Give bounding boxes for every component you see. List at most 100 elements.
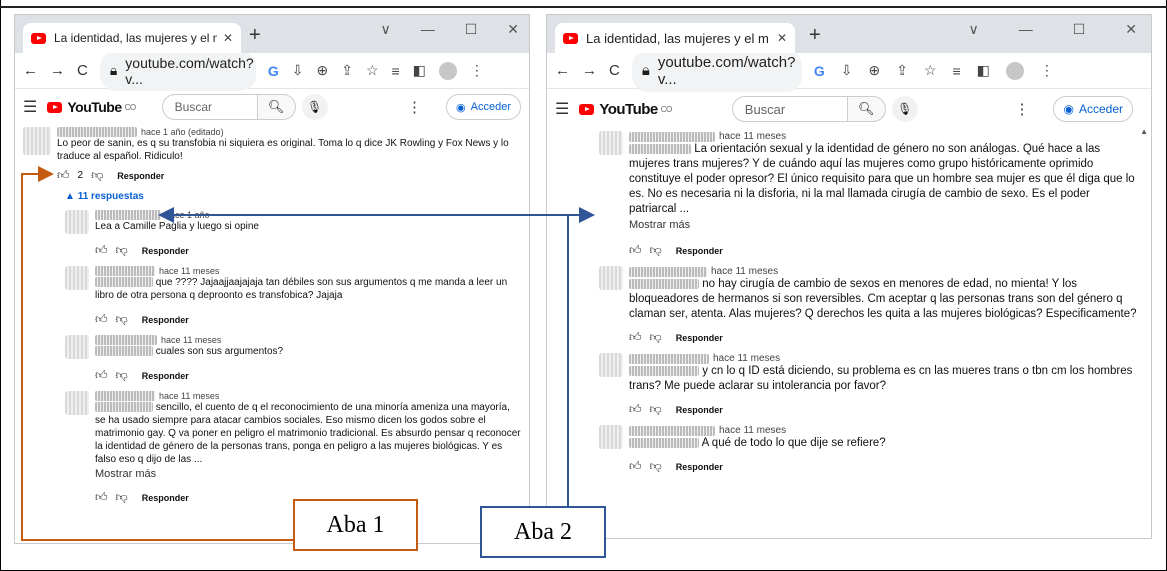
search-button[interactable]: 🔍︎ bbox=[257, 94, 296, 120]
new-tab-button[interactable]: + bbox=[809, 24, 821, 47]
back-icon[interactable]: ← bbox=[555, 62, 570, 79]
like-icon[interactable]: 👍︎ bbox=[95, 312, 108, 327]
search-button[interactable]: 🔍︎ bbox=[847, 96, 886, 122]
like-icon[interactable]: 👍︎ bbox=[629, 243, 642, 258]
profile-icon[interactable] bbox=[1005, 61, 1024, 80]
minimize-button[interactable]: — bbox=[1019, 21, 1033, 38]
browser-tab[interactable]: La identidad, las mujeres y el m ✕ bbox=[23, 23, 241, 53]
youtube-logo[interactable]: YouTube CO bbox=[579, 101, 672, 118]
tab-search-icon[interactable]: ∨ bbox=[968, 21, 978, 38]
reply-button[interactable]: Responder bbox=[142, 371, 189, 381]
forward-icon[interactable]: → bbox=[582, 62, 597, 79]
bookmark-star-icon[interactable]: ☆ bbox=[366, 62, 379, 79]
comment-time: hace 1 año bbox=[165, 210, 210, 220]
dislike-icon[interactable]: 👎︎ bbox=[91, 168, 103, 183]
avatar[interactable] bbox=[65, 391, 89, 415]
new-tab-button[interactable]: + bbox=[249, 24, 261, 47]
bookmark-star-icon[interactable]: ☆ bbox=[924, 62, 937, 79]
like-icon[interactable]: 👍︎ bbox=[95, 490, 108, 505]
avatar[interactable] bbox=[599, 131, 623, 155]
reply-button[interactable]: Responder bbox=[676, 333, 723, 343]
like-icon[interactable]: 👍︎ bbox=[629, 330, 642, 345]
dislike-icon[interactable]: 👎︎ bbox=[650, 243, 662, 258]
address-bar: ← → C 🔒︎ youtube.com/watch?v... G ⇩ ⊕ ⇪ … bbox=[15, 50, 529, 91]
dislike-icon[interactable]: 👎︎ bbox=[116, 490, 128, 505]
dislike-icon[interactable]: 👎︎ bbox=[650, 330, 662, 345]
tab-search-icon[interactable]: ∨ bbox=[380, 21, 390, 38]
browser-tab[interactable]: La identidad, las mujeres y el m ✕ bbox=[555, 23, 795, 53]
reply-button[interactable]: Responder bbox=[142, 493, 189, 503]
reply-button[interactable]: Responder bbox=[142, 315, 189, 325]
dislike-icon[interactable]: 👎︎ bbox=[116, 368, 128, 383]
hamburger-menu-icon[interactable]: ☰ bbox=[23, 97, 37, 117]
dislike-icon[interactable]: 👎︎ bbox=[116, 312, 128, 327]
close-tab-icon[interactable]: ✕ bbox=[777, 31, 787, 45]
reply-button[interactable]: Responder bbox=[676, 405, 723, 415]
avatar[interactable] bbox=[599, 353, 623, 377]
like-icon[interactable]: 👍︎ bbox=[95, 243, 108, 258]
like-icon[interactable]: 👍︎ bbox=[95, 368, 108, 383]
url-field[interactable]: 🔒︎ youtube.com/watch?v... bbox=[631, 49, 802, 92]
hamburger-menu-icon[interactable]: ☰ bbox=[555, 99, 569, 119]
signin-button[interactable]: ◉ Acceder bbox=[446, 94, 521, 120]
comments-section: hace 11 meses La orientación sexual y la… bbox=[547, 129, 1151, 474]
profile-icon[interactable] bbox=[438, 61, 457, 80]
youtube-logo[interactable]: YouTube CO bbox=[47, 99, 136, 115]
search-input[interactable]: Buscar bbox=[731, 96, 848, 122]
zoom-icon[interactable]: ⊕ bbox=[316, 62, 328, 79]
reply-button[interactable]: Responder bbox=[142, 246, 189, 256]
show-more-link[interactable]: Mostrar más bbox=[629, 219, 1137, 231]
reply-button[interactable]: Responder bbox=[117, 171, 164, 181]
show-more-link[interactable]: Mostrar más bbox=[95, 468, 521, 480]
comments-section: hace 1 año (editado) Lo peor de sanin, e… bbox=[15, 125, 529, 505]
close-window-button[interactable]: ✕ bbox=[507, 21, 519, 38]
like-icon[interactable]: 👍︎ bbox=[629, 459, 642, 474]
reply-button[interactable]: Responder bbox=[676, 246, 723, 256]
minimize-button[interactable]: — bbox=[421, 21, 435, 38]
share-icon[interactable]: ⇪ bbox=[341, 62, 353, 79]
avatar[interactable] bbox=[23, 127, 51, 155]
back-icon[interactable]: ← bbox=[23, 62, 38, 79]
side-panel-icon[interactable]: ◧ bbox=[413, 62, 426, 79]
search-input[interactable]: Buscar bbox=[161, 94, 258, 120]
install-icon[interactable]: ⇩ bbox=[841, 62, 853, 79]
like-icon[interactable]: 👍︎ bbox=[629, 402, 642, 417]
reading-list-icon[interactable]: ≡ bbox=[392, 63, 400, 79]
share-icon[interactable]: ⇪ bbox=[896, 62, 908, 79]
comment-time: hace 11 meses bbox=[161, 335, 222, 345]
install-icon[interactable]: ⇩ bbox=[292, 62, 304, 79]
reply-button[interactable]: Responder bbox=[676, 462, 723, 472]
dislike-icon[interactable]: 👎︎ bbox=[116, 243, 128, 258]
close-tab-icon[interactable]: ✕ bbox=[223, 31, 233, 45]
google-icon[interactable]: G bbox=[268, 63, 279, 79]
reload-icon[interactable]: C bbox=[609, 62, 620, 79]
dislike-icon[interactable]: 👎︎ bbox=[650, 459, 662, 474]
top-rule bbox=[0, 6, 1167, 8]
reading-list-icon[interactable]: ≡ bbox=[953, 63, 961, 79]
avatar[interactable] bbox=[599, 425, 623, 449]
close-window-button[interactable]: ✕ bbox=[1125, 21, 1137, 38]
avatar[interactable] bbox=[65, 266, 89, 290]
settings-kebab-icon[interactable]: ⋮ bbox=[1014, 100, 1029, 118]
settings-kebab-icon[interactable]: ⋮ bbox=[407, 98, 422, 116]
dislike-icon[interactable]: 👎︎ bbox=[650, 402, 662, 417]
replies-toggle[interactable]: ▲ 11 respuestas bbox=[65, 191, 521, 202]
avatar[interactable] bbox=[599, 266, 623, 290]
maximize-button[interactable]: ☐ bbox=[465, 21, 478, 38]
zoom-icon[interactable]: ⊕ bbox=[868, 62, 880, 79]
side-panel-icon[interactable]: ◧ bbox=[977, 62, 990, 79]
like-icon[interactable]: 👍︎ bbox=[57, 168, 70, 183]
forward-icon[interactable]: → bbox=[50, 62, 65, 79]
maximize-button[interactable]: ☐ bbox=[1073, 21, 1086, 38]
voice-search-button[interactable]: 🎙︎ bbox=[301, 94, 328, 120]
menu-kebab-icon[interactable]: ⋮ bbox=[470, 62, 484, 79]
signin-button[interactable]: ◉ Acceder bbox=[1053, 96, 1133, 122]
url-field[interactable]: 🔒︎ youtube.com/watch?v... bbox=[99, 50, 256, 91]
voice-search-button[interactable]: 🎙︎ bbox=[891, 96, 918, 122]
google-icon[interactable]: G bbox=[814, 63, 825, 79]
reload-icon[interactable]: C bbox=[77, 62, 88, 79]
comment-time: hace 11 meses bbox=[719, 131, 787, 142]
menu-kebab-icon[interactable]: ⋮ bbox=[1040, 62, 1054, 79]
avatar[interactable] bbox=[65, 335, 89, 359]
avatar[interactable] bbox=[65, 210, 89, 234]
